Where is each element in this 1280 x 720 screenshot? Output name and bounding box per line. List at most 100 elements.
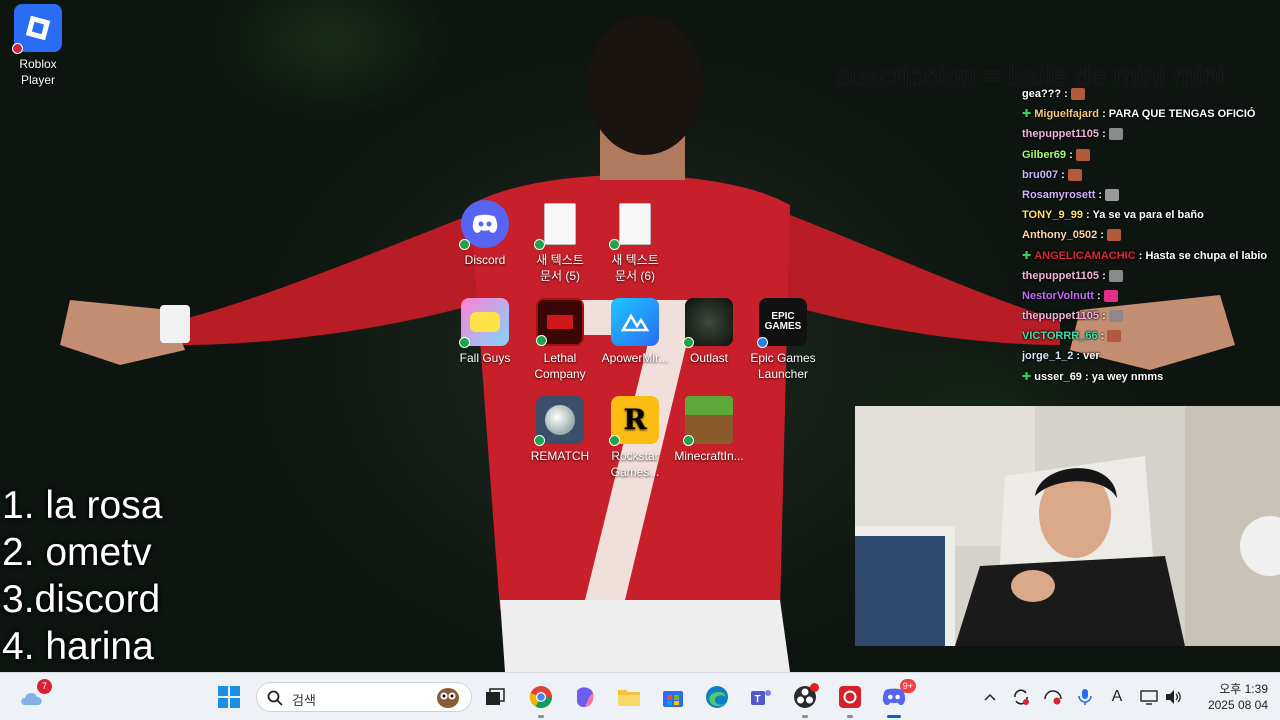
webcam-image <box>855 406 1280 646</box>
desktop-icon-label: Roblox Player <box>19 57 57 87</box>
desktop-icon-fall-guys[interactable]: Fall Guys <box>447 298 523 366</box>
tray-overflow-button[interactable] <box>979 686 1001 708</box>
search-placeholder: 검색 <box>292 693 316 708</box>
teams-icon: T <box>751 690 771 705</box>
network-icon <box>1044 690 1062 705</box>
chat-emote-icon <box>1075 148 1090 161</box>
lethal-company-icon <box>536 298 584 346</box>
tray-network-button[interactable] <box>1042 686 1064 708</box>
chat-username: VICTORRR_66 <box>1022 330 1098 343</box>
discord-taskbar-button[interactable]: 9+ <box>878 679 916 718</box>
desktop-icon-label: 새 텍스트 문서 (5) <box>536 253 584 283</box>
svg-text:T: T <box>755 694 761 705</box>
search-input[interactable]: 검색 <box>256 682 472 712</box>
display-icon <box>1140 690 1158 705</box>
copilot-taskbar-button[interactable] <box>569 681 601 713</box>
desktop-icon-text-doc-5[interactable]: 새 텍스트 문서 (5) <box>522 200 598 284</box>
chat-text: Ya se va para el baño <box>1092 209 1204 222</box>
chat-emote-icon <box>1108 269 1123 282</box>
chat-emote-icon <box>1108 128 1123 141</box>
chat-username: usser_69 <box>1034 370 1082 383</box>
chat-message: ✚ ANGELICAMACHIC : Hasta se chupa el labi… <box>1022 246 1278 266</box>
microphone-icon <box>1078 689 1092 705</box>
chat-username: TONY_9_99 <box>1022 209 1083 222</box>
desktop-icon-lethal-company[interactable]: Lethal Company <box>522 298 598 382</box>
desktop-icon-discord[interactable]: Discord <box>447 200 523 268</box>
desktop-icon-epic-games[interactable]: EPIC GAMES Epic Games Launcher <box>745 298 821 382</box>
chat-username: Miguelfajard <box>1034 108 1100 121</box>
owl-search-highlight-icon <box>437 688 459 708</box>
chat-emote-icon <box>1067 168 1082 181</box>
chrome-taskbar-button[interactable] <box>525 681 557 718</box>
windows-icon <box>218 686 240 708</box>
desktop-icon-label: ApowerMir... <box>601 351 669 365</box>
chat-text: ya wey nmms <box>1091 370 1164 383</box>
sync-icon <box>1014 689 1029 705</box>
teams-taskbar-button[interactable]: T <box>745 681 777 713</box>
chat-message: VICTORRR_66 : <box>1022 326 1278 346</box>
chat-username: Rosamyrosett <box>1022 188 1096 201</box>
chat-message: gea??? : <box>1022 84 1278 104</box>
text-document-icon <box>534 200 584 250</box>
tray-display-button[interactable] <box>1138 686 1160 708</box>
edge-taskbar-button[interactable] <box>701 681 733 713</box>
desktop-icon-outlast[interactable]: Outlast <box>671 298 747 366</box>
roblox-icon <box>12 4 62 54</box>
desktop-icon-minecraft[interactable]: MinecraftIn... <box>671 396 747 464</box>
task-view-button[interactable] <box>479 681 511 713</box>
chat-separator: : <box>1073 350 1084 363</box>
apowermirror-icon <box>611 298 659 346</box>
app-record-icon <box>839 686 861 708</box>
chrome-icon <box>529 686 552 708</box>
desktop-icon-rematch[interactable]: REMATCH <box>522 396 598 464</box>
chat-username: gea??? <box>1022 88 1062 100</box>
chat-emote-icon <box>1106 229 1121 242</box>
tray-microphone-button[interactable] <box>1074 686 1096 708</box>
webcam-feed <box>855 406 1280 646</box>
tray-ime-button[interactable]: A <box>1106 686 1128 708</box>
desktop-icon-label: Fall Guys <box>459 351 511 365</box>
chat-separator: : <box>1066 148 1076 161</box>
rules-list-item: 4. harina <box>2 625 154 668</box>
recording-dot <box>810 683 819 692</box>
desktop-icon-label: Discord <box>464 253 506 267</box>
chat-text: Hasta se chupa el labio <box>1145 249 1268 262</box>
desktop-icon-label: REMATCH <box>530 449 590 463</box>
chat-separator: : <box>1058 168 1068 181</box>
start-button[interactable] <box>213 681 245 713</box>
desktop-icon-rockstar[interactable]: R Rockstar Games... <box>597 396 673 480</box>
chat-message: ✚ usser_69 : ya wey nmms <box>1022 367 1278 384</box>
tray-volume-button[interactable] <box>1162 686 1184 708</box>
chat-message: thepuppet1105 : <box>1022 306 1278 326</box>
chat-username: ANGELICAMACHIC <box>1034 249 1136 262</box>
chat-username: Anthony_0502 <box>1022 229 1098 242</box>
tray-sync-button[interactable] <box>1010 686 1032 708</box>
chevron-up-icon <box>984 693 996 701</box>
rules-list: 1. la rosa 2. ometv 3.discord 4. harina <box>2 482 162 670</box>
file-explorer-taskbar-button[interactable] <box>613 681 645 713</box>
chat-emote-icon <box>1108 310 1123 323</box>
chat-message: thepuppet1105 : <box>1022 124 1278 144</box>
chat-message: NestorVolnutt : <box>1022 286 1278 306</box>
chat-overlay: gea??? : ✚ Miguelfajard : PARA QUE TENGAS… <box>1022 84 1278 384</box>
weather-widget[interactable]: 7 <box>16 679 52 713</box>
chat-separator: : <box>1135 249 1146 262</box>
ime-indicator-icon: A <box>1111 688 1123 705</box>
desktop-icon-label: 새 텍스트 문서 (6) <box>611 253 659 283</box>
store-taskbar-button[interactable] <box>657 681 689 713</box>
desktop-icon-roblox[interactable]: Roblox Player <box>0 4 76 88</box>
clock[interactable]: 오후 1:39 2025 08 04 <box>1192 681 1268 713</box>
clock-date: 2025 08 04 <box>1207 698 1268 712</box>
edge-icon <box>706 686 728 708</box>
desktop-icon-apowermirror[interactable]: ApowerMir... <box>597 298 673 366</box>
rules-list-item: 1. la rosa <box>2 484 163 527</box>
red-app-taskbar-button[interactable] <box>834 681 866 718</box>
obs-taskbar-button[interactable] <box>789 681 821 718</box>
chat-emote-icon <box>1105 189 1120 202</box>
chat-badge-icon: ✚ <box>1022 249 1032 262</box>
chat-separator: : <box>1093 289 1104 302</box>
task-view-icon <box>486 688 505 705</box>
desktop-icon-text-doc-6[interactable]: 새 텍스트 문서 (6) <box>597 200 673 284</box>
chat-emote-icon <box>1103 289 1118 302</box>
rules-list-item: 2. ometv <box>2 531 152 574</box>
